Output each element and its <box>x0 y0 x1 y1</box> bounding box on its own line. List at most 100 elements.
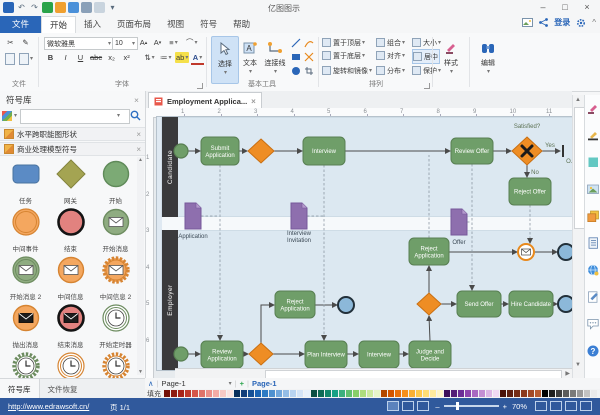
customize-toolbar-icon[interactable]: ▾ <box>107 2 118 13</box>
font-btn-4[interactable]: x₂ <box>105 52 118 63</box>
canvas-area[interactable]: 1234567891011 123456 CandidateEmployerSu… <box>145 108 572 378</box>
import-icon[interactable] <box>42 2 53 13</box>
color-swatch[interactable] <box>339 390 345 397</box>
color-swatch[interactable] <box>248 390 254 397</box>
color-swatch[interactable] <box>528 390 534 397</box>
symbol-开始消息 2[interactable]: 开始消息 2 <box>3 255 48 301</box>
website-link[interactable]: http://www.edrawsoft.cn/ <box>8 402 89 411</box>
color-swatch[interactable] <box>206 390 212 397</box>
zoom-slider[interactable] <box>444 405 499 407</box>
color-swatch[interactable] <box>563 390 569 397</box>
help-icon[interactable]: ? <box>587 344 599 356</box>
color-swatch[interactable] <box>381 390 387 397</box>
color-swatch[interactable] <box>325 390 331 397</box>
event-message[interactable] <box>518 244 534 260</box>
color-swatch[interactable] <box>367 390 373 397</box>
scroll-right-icon[interactable]: ▶ <box>565 369 570 378</box>
font-size-select[interactable]: 10▾ <box>112 37 138 50</box>
font-dialog-launcher[interactable] <box>197 83 203 89</box>
text-tool-button[interactable]: A 文本▾ <box>239 36 261 82</box>
start-1[interactable] <box>174 144 188 158</box>
layers-icon[interactable] <box>587 209 599 221</box>
zoom-slider-knob[interactable] <box>456 402 459 410</box>
select-tool-button[interactable]: 选择▾ <box>211 36 239 84</box>
symbol-结束消息[interactable]: 结束消息 <box>48 303 93 349</box>
page-selector[interactable]: Page-1 <box>161 379 185 388</box>
arrange-dialog-launcher[interactable] <box>424 83 430 89</box>
search-icon[interactable] <box>130 110 141 121</box>
zoom-out-icon[interactable]: – <box>435 402 439 411</box>
tab-页面布局[interactable]: 页面布局 <box>109 16 159 33</box>
color-swatch[interactable] <box>311 390 317 397</box>
print-icon[interactable] <box>81 2 92 13</box>
symbol-中间信息[interactable]: 中间信息 <box>48 255 93 301</box>
color-swatch[interactable] <box>556 390 562 397</box>
font-btn-5[interactable]: x² <box>120 52 133 63</box>
color-swatch[interactable] <box>199 390 205 397</box>
color-swatch[interactable] <box>591 390 597 397</box>
search-dropdown-icon[interactable]: ▾ <box>117 112 120 119</box>
color-swatch[interactable] <box>178 390 184 397</box>
color-swatch[interactable] <box>290 390 296 397</box>
active-page-tab[interactable]: Page-1 <box>252 379 277 388</box>
align-icon[interactable]: ≡▾ <box>167 37 180 48</box>
color-swatch[interactable] <box>374 390 380 397</box>
color-swatch[interactable] <box>395 390 401 397</box>
add-page-button[interactable]: + <box>240 379 244 388</box>
format-painter-icon[interactable]: ✎ <box>19 37 32 48</box>
color-swatch[interactable] <box>577 390 583 397</box>
font-btn-3[interactable]: abc <box>89 52 103 63</box>
font-btn-1[interactable]: I <box>59 52 72 63</box>
zoom-in-icon[interactable]: + <box>503 402 507 411</box>
color-swatch[interactable] <box>416 390 422 397</box>
panel-scrollbar[interactable]: ▲ ▼ <box>137 157 144 375</box>
color-swatch[interactable] <box>388 390 394 397</box>
color-swatch[interactable] <box>241 390 247 397</box>
edit-button[interactable]: 编辑▾ <box>475 36 501 82</box>
connector-tool-button[interactable]: 连接线▾ <box>263 36 287 82</box>
symbol-中间信息 2[interactable]: 中间信息 2 <box>93 255 138 301</box>
end-3[interactable] <box>558 296 572 312</box>
print-preview-icon[interactable] <box>94 2 105 13</box>
arrange-0-0[interactable]: 置于顶层▾ <box>322 36 372 49</box>
highlight-icon[interactable]: ab▾ <box>175 52 189 63</box>
pen-tool-icon[interactable] <box>304 52 314 62</box>
app-logo-icon[interactable] <box>3 2 14 13</box>
comment-icon[interactable] <box>587 317 599 329</box>
shrink-font-icon[interactable]: A▾ <box>151 37 164 48</box>
arrange-2-0[interactable]: 旋转和镜像▾ <box>322 64 372 77</box>
color-swatch[interactable] <box>220 390 226 397</box>
cut-icon[interactable]: ✂ <box>4 37 17 48</box>
color-swatch[interactable] <box>234 390 240 397</box>
color-swatch[interactable] <box>549 390 555 397</box>
drawing-page[interactable]: CandidateEmployerSubmitApplicationInterv… <box>157 117 572 370</box>
open-icon[interactable] <box>55 2 66 13</box>
close-document-icon[interactable]: × <box>251 97 256 106</box>
color-swatch[interactable] <box>227 390 233 397</box>
library-section-crossfunctional[interactable]: 水平跨职能图形状 × <box>0 127 145 141</box>
arrange-0-1[interactable]: 组合▾ <box>376 36 408 49</box>
color-swatch[interactable] <box>409 390 415 397</box>
fit-window-icon[interactable] <box>550 401 562 411</box>
zoom-level[interactable]: 70% <box>512 402 527 411</box>
color-swatch[interactable] <box>472 390 478 397</box>
collapse-pagebar-icon[interactable]: ∧ <box>148 379 154 388</box>
draft-icon[interactable] <box>587 290 599 302</box>
symbol-search-input[interactable] <box>20 109 130 124</box>
close-library-icon[interactable]: × <box>136 130 141 139</box>
color-swatch[interactable] <box>269 390 275 397</box>
color-swatch[interactable] <box>192 390 198 397</box>
close-panel-icon[interactable]: × <box>134 93 139 107</box>
color-swatch[interactable] <box>318 390 324 397</box>
document-tab[interactable]: Employment Applica... × <box>148 92 262 109</box>
symbol-clock-14[interactable] <box>93 351 138 378</box>
color-swatch[interactable] <box>353 390 359 397</box>
color-swatch[interactable] <box>255 390 261 397</box>
doc-offer[interactable] <box>451 209 467 235</box>
font-color-icon[interactable]: A▾ <box>191 52 204 65</box>
login-button[interactable]: 登录 <box>554 17 570 28</box>
share-icon[interactable] <box>539 18 548 27</box>
color-swatch[interactable] <box>542 390 548 397</box>
doc-interview-invitation[interactable] <box>291 203 307 229</box>
bullets-icon[interactable]: ≔▾ <box>159 52 173 63</box>
